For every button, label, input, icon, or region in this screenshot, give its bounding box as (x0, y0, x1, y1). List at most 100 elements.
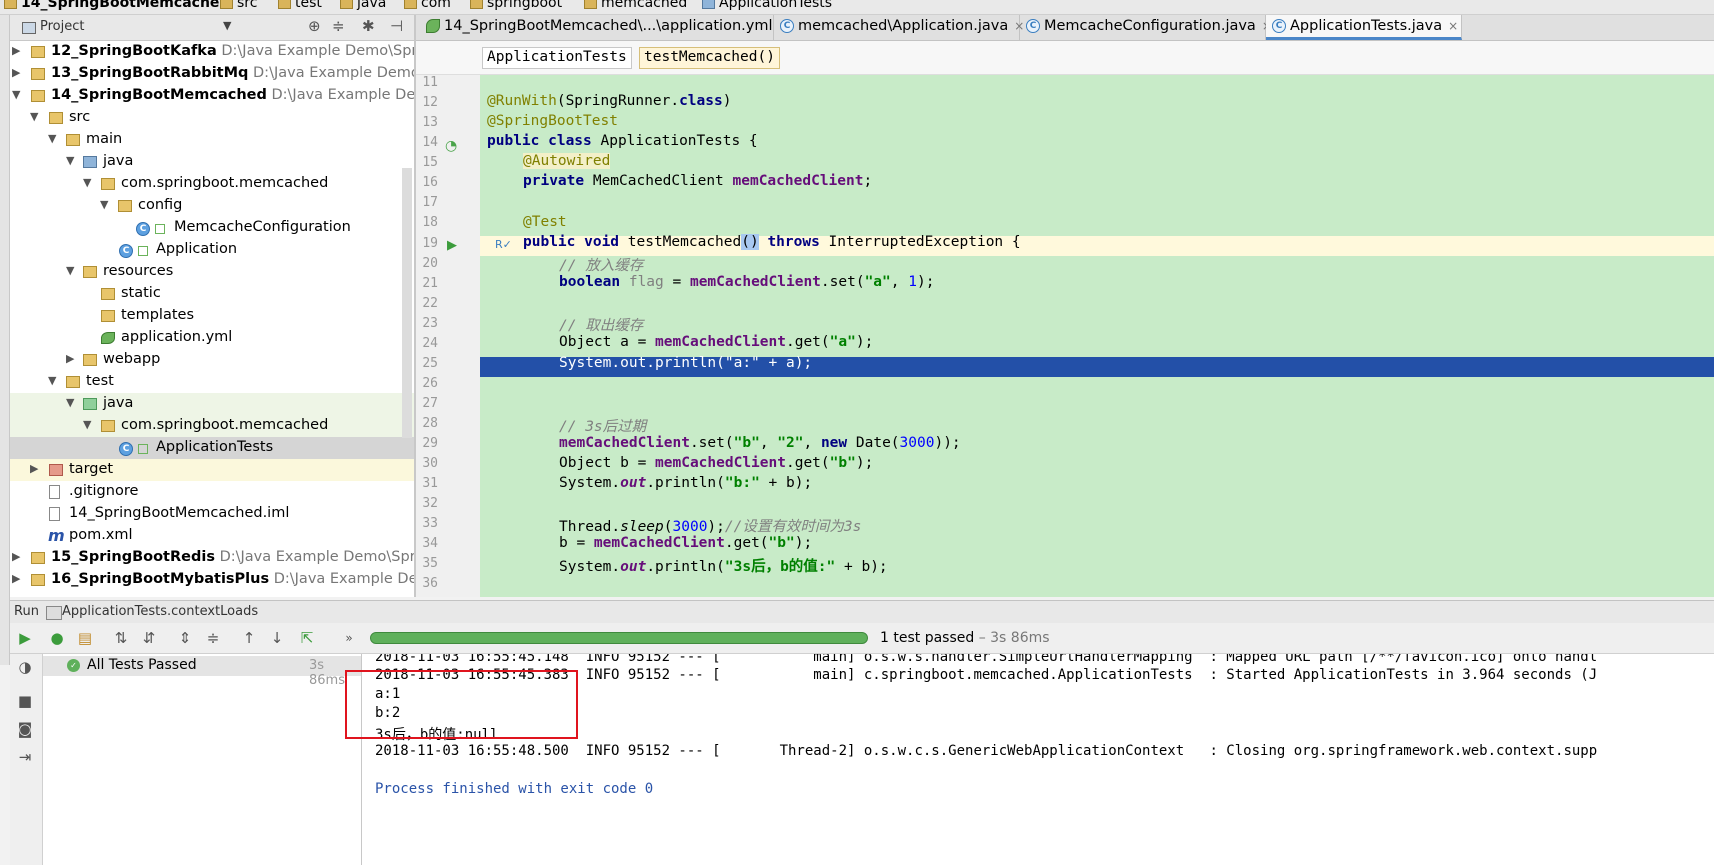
breadcrumb-com[interactable]: com (404, 0, 451, 11)
collapse-icon[interactable]: ≑ (332, 17, 345, 35)
chevron-right-icon[interactable]: ▶ (12, 572, 20, 585)
previous-icon[interactable]: ↑ (240, 629, 258, 647)
breadcrumb-class[interactable]: ApplicationTests (482, 47, 632, 69)
package-icon (118, 200, 132, 212)
export-icon[interactable]: ⇱ (298, 629, 316, 647)
next-icon[interactable]: ↓ (268, 629, 286, 647)
tree-item-module[interactable]: ▶ 12_SpringBootKafka D:\Java Example Dem… (10, 41, 414, 63)
chevron-down-icon[interactable]: ▼ (48, 374, 56, 387)
code-line: memCachedClient.set("b", "2", new Date(3… (559, 435, 961, 451)
project-panel-title[interactable]: Project (40, 19, 84, 34)
breadcrumb-src[interactable]: src (220, 0, 257, 11)
breadcrumb-java[interactable]: java (340, 0, 386, 11)
chevron-down-icon[interactable]: ▼ (83, 418, 91, 431)
run-gutter-icon[interactable]: ◔ (445, 138, 457, 154)
tree-item-file[interactable]: application.yml (10, 327, 414, 349)
chevron-down-icon[interactable]: ▼ (48, 132, 56, 145)
breadcrumb-springboot[interactable]: springboot (470, 0, 562, 11)
hide-panel-icon[interactable]: ⊣ (390, 17, 403, 35)
tree-item-folder[interactable]: ▶ webapp (10, 349, 414, 371)
line-number: 18 (422, 215, 438, 230)
tree-item-module[interactable]: ▶ 15_SpringBootRedis D:\Java Example Dem… (10, 547, 414, 569)
tree-item-file[interactable]: 14_SpringBootMemcached.iml (10, 503, 414, 525)
breadcrumb-project[interactable]: 14_SpringBootMemcached (4, 0, 229, 11)
tree-item-class[interactable]: C MemcacheConfiguration (10, 217, 414, 239)
code-line: boolean flag = memCachedClient.set("a", … (559, 274, 935, 290)
chevron-right-icon[interactable]: ▶ (66, 352, 74, 365)
tree-item-module[interactable]: ▶ 16_SpringBootMybatisPlus D:\Java Examp… (10, 569, 414, 591)
line-number: 25 (422, 356, 438, 371)
tree-item-folder[interactable]: ▼ resources (10, 261, 414, 283)
test-folder-icon (83, 398, 97, 410)
tree-item-package[interactable]: ▼ config (10, 195, 414, 217)
tree-item-package[interactable]: ▼ com.springboot.memcached (10, 415, 414, 437)
tree-item-folder[interactable]: static (10, 283, 414, 305)
chevron-down-icon[interactable]: ▼ (223, 19, 231, 32)
chevron-down-icon[interactable]: ▼ (100, 198, 108, 211)
chevron-right-icon[interactable]: ▶ (30, 462, 38, 475)
breadcrumb-test[interactable]: test (278, 0, 322, 11)
camera-icon[interactable]: ◑ (16, 658, 34, 676)
line-number: 30 (422, 456, 438, 471)
chevron-right-icon[interactable]: ▶ (12, 66, 20, 79)
line-number: 20 (422, 256, 438, 271)
chevron-down-icon[interactable]: ▼ (83, 176, 91, 189)
highlight-box (345, 670, 578, 739)
tree-item-folder[interactable]: ▼ java (10, 393, 414, 415)
folder-icon (340, 0, 353, 9)
chevron-down-icon[interactable]: ▼ (66, 154, 74, 167)
folder-icon (66, 376, 80, 388)
gear-icon[interactable]: ✱ (362, 17, 375, 35)
show-passed-icon[interactable]: ● (48, 629, 66, 647)
tree-item-folder[interactable]: ▶ target (10, 459, 414, 481)
chevron-down-icon[interactable]: ▼ (30, 110, 38, 123)
screenshot-icon[interactable]: ◙ (16, 720, 34, 738)
tab-application-tests[interactable]: C ApplicationTests.java × (1266, 15, 1462, 40)
tree-item-folder[interactable]: ▼ test (10, 371, 414, 393)
target-icon[interactable]: ⊕ (308, 17, 321, 35)
tab-application-yml[interactable]: 14_SpringBootMemcached\...\application.y… (420, 15, 789, 40)
tree-item-file[interactable]: .gitignore (10, 481, 414, 503)
breadcrumb-class[interactable]: ApplicationTests (702, 0, 832, 11)
rerun-icon[interactable]: ▶ (16, 629, 34, 647)
tree-item-package[interactable]: ▼ com.springboot.memcached (10, 173, 414, 195)
chevron-down-icon[interactable]: ▼ (66, 396, 74, 409)
tree-item-folder[interactable]: ▼ java (10, 151, 414, 173)
close-icon[interactable]: × (1448, 19, 1458, 33)
tree-item-file[interactable]: m pom.xml (10, 525, 414, 547)
run-config-name[interactable]: ApplicationTests.contextLoads (62, 604, 258, 619)
tree-item-folder[interactable]: ▼ src (10, 107, 414, 129)
collapse-all-icon[interactable]: ≑ (204, 629, 222, 647)
line-number: 22 (422, 296, 438, 311)
tab-memcache-configuration[interactable]: CMemcacheConfiguration.java× (1020, 15, 1272, 40)
resources-folder-icon (83, 266, 97, 278)
more-icon[interactable]: » (340, 629, 358, 647)
config-icon (46, 606, 62, 620)
tree-item-folder[interactable]: ▼ main (10, 129, 414, 151)
expand-all-icon[interactable]: ⇕ (176, 629, 194, 647)
breadcrumb-memcached[interactable]: memcached (584, 0, 687, 11)
line-number: 24 (422, 336, 438, 351)
run-test-icon[interactable]: ▶ (447, 238, 457, 253)
line-number: 13 (422, 115, 438, 130)
tab-application-java[interactable]: Cmemcached\Application.java × (774, 15, 1024, 40)
tree-item-class-selected[interactable]: C ApplicationTests (10, 437, 414, 459)
sort-duration-icon[interactable]: ⇵ (140, 629, 158, 647)
chevron-down-icon[interactable]: ▼ (12, 88, 20, 101)
chevron-down-icon[interactable]: ▼ (66, 264, 74, 277)
tree-item-class[interactable]: C Application (10, 239, 414, 261)
exit-icon[interactable]: ⇥ (16, 748, 34, 766)
show-ignored-icon[interactable]: ▤ (76, 629, 94, 647)
sort-alpha-icon[interactable]: ⇅ (112, 629, 130, 647)
chevron-right-icon[interactable]: ▶ (12, 44, 20, 57)
line-number: 28 (422, 416, 438, 431)
tree-item-folder[interactable]: templates (10, 305, 414, 327)
stop-icon[interactable]: ■ (16, 692, 34, 710)
tree-item-module[interactable]: ▼ 14_SpringBootMemcached D:\Java Example… (10, 85, 414, 107)
excluded-folder-icon (49, 464, 63, 476)
tree-item-module[interactable]: ▶ 13_SpringBootRabbitMq D:\Java Example … (10, 63, 414, 85)
chevron-right-icon[interactable]: ▶ (12, 550, 20, 563)
test-row-all-passed[interactable]: ✓ All Tests Passed 3s 86ms (43, 656, 361, 688)
tree-scrollbar[interactable] (402, 168, 412, 438)
breadcrumb-method[interactable]: testMemcached() (639, 47, 780, 69)
